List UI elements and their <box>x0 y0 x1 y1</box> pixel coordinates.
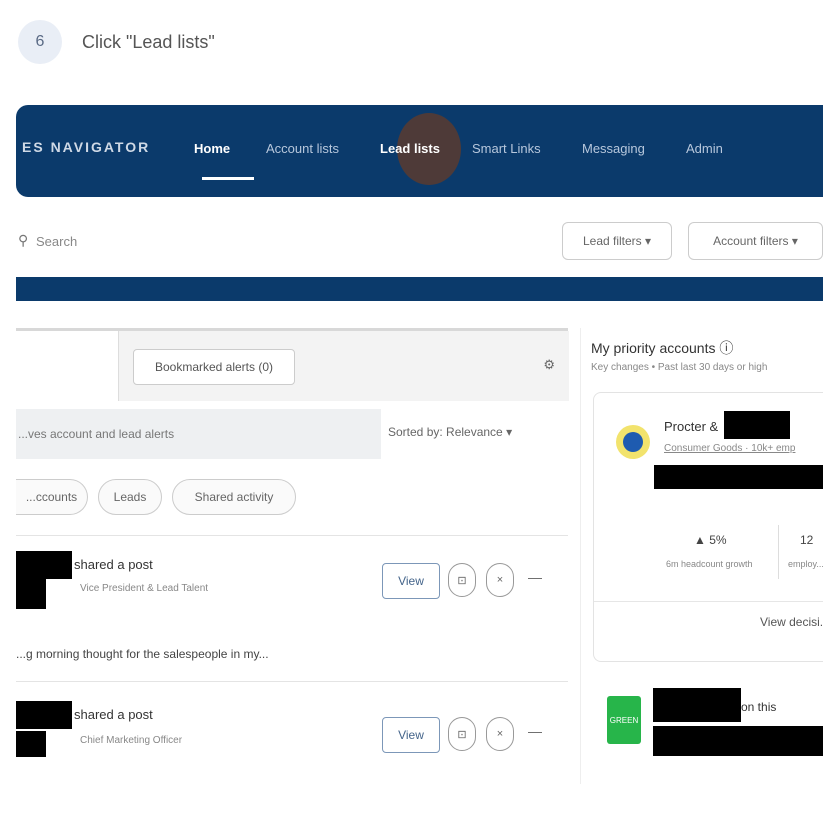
filter-chip-shared-activity[interactable]: Shared activity <box>172 479 296 515</box>
filter-chip-leads[interactable]: Leads <box>98 479 162 515</box>
feed-item: shared a post Chief Marketing Officer Vi… <box>16 691 568 831</box>
feed-item-body: ...g morning thought for the salespeople… <box>16 647 269 661</box>
redacted-avatar <box>16 551 72 579</box>
redacted-block <box>16 579 46 609</box>
tab-all-alerts[interactable] <box>16 331 118 401</box>
account-detail: Consumer Goods · 10k+ emp <box>664 443 796 454</box>
card-divider <box>594 601 823 602</box>
filter-chip-accounts[interactable]: ...ccounts <box>16 479 88 515</box>
lead-filters-button[interactable]: Lead filters ▾ <box>562 222 672 260</box>
step-instruction: 6 Click "Lead lists" <box>18 14 215 70</box>
dismiss-icon[interactable]: × <box>486 563 514 597</box>
more-options-icon[interactable]: — <box>528 569 542 585</box>
nav-lead-lists[interactable]: Lead lists <box>380 141 440 156</box>
nav-home-underline <box>202 177 254 180</box>
feed-divider <box>16 681 568 682</box>
account-filters-button[interactable]: Account filters ▾ <box>688 222 823 260</box>
stat-growth-value: ▲ 5% <box>694 533 727 547</box>
nav-messaging[interactable]: Messaging <box>582 141 645 156</box>
settings-icon[interactable]: ⚙ <box>543 357 555 373</box>
alerts-search-input[interactable]: ...ves account and lead alerts <box>16 409 381 459</box>
nav-smart-links[interactable]: Smart Links <box>472 141 541 156</box>
view-decision-makers-link[interactable]: View decisi... <box>760 615 823 629</box>
account2-name[interactable]: on this <box>741 700 776 714</box>
feed-item-subtitle: Chief Marketing Officer <box>80 735 183 746</box>
feed-divider <box>16 535 568 536</box>
bookmark-icon[interactable]: ⊡ <box>448 563 476 597</box>
feed-item-title: shared a post <box>74 557 153 572</box>
feed-item: shared a post Vice President & Lead Tale… <box>16 543 568 683</box>
sort-dropdown[interactable]: Sorted by: Relevance ▾ <box>388 425 512 439</box>
redacted-name <box>724 411 790 439</box>
view-button[interactable]: View <box>382 563 440 599</box>
feed-item-title: shared a post <box>74 707 153 722</box>
search-icon: ⚲ <box>18 232 29 248</box>
banner-bar <box>16 277 823 301</box>
bookmarked-alerts-label[interactable]: Bookmarked alerts (0) <box>133 349 295 385</box>
global-search-input[interactable]: Search <box>36 234 77 249</box>
redacted-info <box>653 726 823 756</box>
priority-accounts-panel: My priority accounts ⓘ Key changes • Pas… <box>580 328 823 784</box>
nav-account-lists[interactable]: Account lists <box>266 141 339 156</box>
nav-home[interactable]: Home <box>194 141 230 156</box>
step-text: Click "Lead lists" <box>82 31 215 52</box>
search-row: ⚲ Search Lead filters ▾ Account filters … <box>16 208 823 274</box>
more-options-icon[interactable]: — <box>528 723 542 739</box>
account-card: Procter & Consumer Goods · 10k+ emp ▲ 5%… <box>593 392 823 662</box>
dismiss-icon[interactable]: × <box>486 717 514 751</box>
feed-tabs: Bookmarked alerts (0) ⚙ <box>16 331 569 401</box>
view-button[interactable]: View <box>382 717 440 753</box>
redacted-avatar <box>16 701 72 729</box>
stat-separator <box>778 525 779 579</box>
stat-growth-label: 6m headcount growth <box>666 559 753 569</box>
brand-logo: ES NAVIGATOR <box>22 139 151 155</box>
priority-accounts-subtitle: Key changes • Past last 30 days or high <box>591 362 768 373</box>
stat-employees-value: 12 <box>800 533 814 547</box>
account-name[interactable]: Procter & <box>664 411 790 439</box>
nav-admin[interactable]: Admin <box>686 141 723 156</box>
top-navbar: ES NAVIGATOR Home Account lists Lead lis… <box>16 105 823 197</box>
step-number: 6 <box>18 20 62 64</box>
priority-accounts-title: My priority accounts ⓘ <box>591 340 734 356</box>
bookmark-icon[interactable]: ⊡ <box>448 717 476 751</box>
tab-bookmarked-alerts[interactable]: Bookmarked alerts (0) ⚙ <box>118 331 569 401</box>
redacted-info <box>654 465 823 489</box>
feed-item-subtitle: Vice President & Lead Talent <box>80 583 209 594</box>
account2-logo[interactable]: GREEN <box>607 696 641 744</box>
stat-employees-label: employ... <box>788 559 823 569</box>
alerts-feed: Bookmarked alerts (0) ⚙ ...ves account a… <box>16 328 569 787</box>
account-logo[interactable] <box>623 432 643 452</box>
redacted-block <box>16 731 46 757</box>
redacted-name <box>653 688 741 722</box>
